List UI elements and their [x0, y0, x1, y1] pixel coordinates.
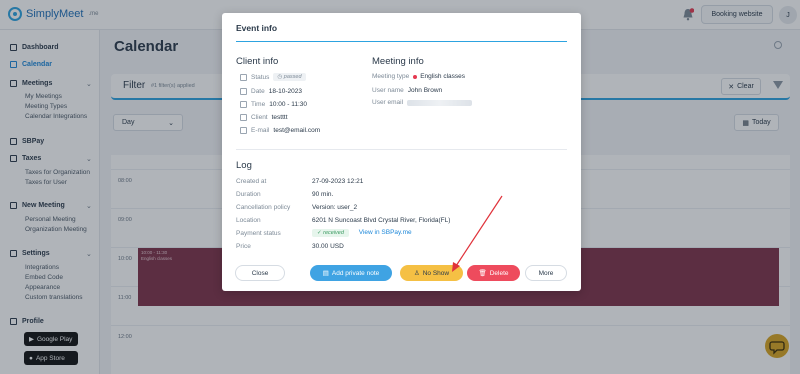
- log-value: 6201 N Suncoast Blvd Crystal River, Flor…: [312, 217, 451, 224]
- log-value: 27-09-2023 12:21: [312, 178, 364, 185]
- log-key: Payment status: [236, 230, 281, 237]
- client-date-row: Date 18-10-2023: [240, 88, 302, 95]
- email-value: test@email.com: [273, 127, 321, 134]
- calendar-icon: [240, 88, 247, 95]
- user-name-key: User name: [372, 87, 404, 94]
- user-email-row: User email: [372, 99, 473, 106]
- meeting-type-color-dot: [413, 74, 418, 79]
- user-x-icon: ♙: [413, 270, 420, 277]
- trash-icon: 🗑: [478, 270, 487, 277]
- modal-title-underline: [236, 41, 567, 42]
- add-private-note-button[interactable]: ▤ Add private note: [310, 265, 392, 281]
- log-heading: Log: [236, 160, 252, 171]
- email-icon: [240, 127, 247, 134]
- payment-status-badge: ✓ received: [312, 229, 349, 237]
- log-value: 30.00 USD: [312, 243, 344, 250]
- client-value: testttt: [271, 114, 288, 121]
- log-key: Created at: [236, 178, 267, 185]
- user-name-value: John Brown: [407, 87, 443, 94]
- meeting-type-value: English classes: [420, 73, 466, 80]
- log-value: 90 min.: [312, 191, 334, 198]
- status-icon: [240, 73, 247, 81]
- client-name-row: Client testttt: [240, 114, 288, 121]
- user-email-redacted: [407, 99, 473, 106]
- client-key: Client: [251, 114, 268, 121]
- meeting-type-row: Meeting type English classes: [372, 73, 465, 80]
- status-value: passed: [283, 74, 302, 80]
- time-key: Time: [251, 101, 266, 108]
- date-value: 18-10-2023: [268, 88, 302, 95]
- user-icon: [240, 114, 247, 121]
- log-key: Cancellation policy: [236, 204, 291, 211]
- more-button[interactable]: More: [525, 265, 567, 281]
- add-note-label: Add private note: [331, 269, 380, 277]
- log-key: Duration: [236, 191, 261, 198]
- hourglass-icon: [240, 101, 247, 108]
- client-time-row: Time 10:00 - 11:30: [240, 101, 307, 108]
- time-value: 10:00 - 11:30: [269, 101, 308, 108]
- client-status-row: Status ◷ passed: [240, 73, 306, 81]
- email-key: E-mail: [251, 127, 270, 134]
- payment-status-text: received: [323, 230, 344, 236]
- status-key: Status: [251, 73, 270, 81]
- no-show-label: No Show: [422, 269, 450, 277]
- status-badge: ◷ passed: [273, 73, 306, 81]
- meeting-type-key: Meeting type: [372, 73, 410, 80]
- user-name-row: User name John Brown: [372, 87, 442, 94]
- no-show-button[interactable]: ♙ No Show: [400, 265, 463, 281]
- user-email-key: User email: [372, 99, 404, 106]
- meeting-info-heading: Meeting info: [372, 56, 424, 67]
- section-divider: [236, 149, 567, 150]
- date-key: Date: [251, 88, 265, 95]
- view-in-sbpay-link[interactable]: View in SBPay.me: [359, 229, 412, 236]
- close-button[interactable]: Close: [235, 265, 285, 281]
- log-key: Location: [236, 217, 261, 224]
- log-value: Version: user_2: [312, 204, 358, 211]
- note-icon: ▤: [322, 270, 329, 277]
- modal-title: Event info: [236, 23, 278, 33]
- event-info-modal: Event info Client info Status ◷ passed D…: [222, 13, 581, 291]
- delete-label: Delete: [489, 269, 509, 277]
- client-email-row: E-mail test@email.com: [240, 127, 320, 134]
- payment-status-value: ✓ received View in SBPay.me: [312, 229, 412, 237]
- log-key: Price: [236, 243, 251, 250]
- delete-button[interactable]: 🗑 Delete: [467, 265, 520, 281]
- client-info-heading: Client info: [236, 56, 279, 67]
